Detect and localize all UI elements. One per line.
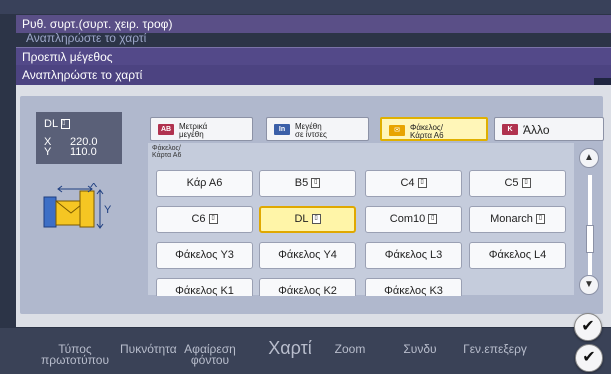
bottom-item-general[interactable]: Γεν.επεξεργ [455,343,535,355]
tab-label: Μεγέθη σε ίντσες [295,122,327,139]
inch-icon: In [274,124,290,135]
metric-icon: AB [158,124,174,135]
tab-metric-sizes[interactable]: AB Μετρικά μεγέθη [150,117,253,141]
orientation-icon: ▯ [208,214,218,225]
tab-label: Άλλο [523,123,550,137]
bottom-item-zoom[interactable]: Zoom [330,343,370,355]
bottom-item-background-removal[interactable]: Αφαίρεση φόντου [180,343,240,366]
y-label: Y [44,146,52,158]
size-button-grid: Κάρ Α6 B5 ▯ C4 ▯ C5 ▯ C6 ▯ DL ▯ Com10 ▯ Monarc… [148,166,574,296]
ok-check-icon[interactable]: ✔ [574,313,602,341]
ghost-title: Αναπληρώστε το χαρτί [26,31,147,45]
size-button-envelope-l3[interactable]: Φάκελος L3 [365,242,462,269]
size-button-envelope-k3[interactable]: Φάκελος K3 [365,278,462,296]
svg-text:X: X [90,183,98,190]
envelope-icon: ✉ [389,125,405,136]
size-button-c4[interactable]: C4 ▯ [365,170,462,197]
scroll-up-button[interactable]: ▲ [579,148,599,168]
dialog-title-replenish-paper: Αναπληρώστε το χαρτί [16,65,611,85]
size-button-c6[interactable]: C6 ▯ [156,206,253,233]
top-bar [0,0,611,14]
size-button-card-a6[interactable]: Κάρ Α6 [156,170,253,197]
size-button-envelope-l4[interactable]: Φάκελος L4 [469,242,566,269]
scrollbar-thumb[interactable] [586,225,594,253]
size-button-c5[interactable]: C5 ▯ [469,170,566,197]
tab-inch-sizes[interactable]: In Μεγέθη σε ίντσες [266,117,369,141]
orientation-icon: ▯ [311,178,321,189]
orientation-icon: ▯ [311,214,321,225]
orientation-icon: ▯ [417,178,427,189]
size-button-monarch[interactable]: Monarch ▯ [469,206,566,233]
size-button-envelope-y3[interactable]: Φάκελος Y3 [156,242,253,269]
bottom-item-original-type[interactable]: Τύπος πρωτοτύπου [40,343,110,366]
bottom-item-density[interactable]: Πυκνότητα [120,343,177,355]
size-button-envelope-y4[interactable]: Φάκελος Y4 [259,242,356,269]
current-size-label: DL ▯ [44,118,71,130]
orientation-icon: ▯ [521,178,531,189]
size-button-b5[interactable]: B5 ▯ [259,170,356,197]
tab-label: Φάκελος/Κάρτα Α6 [410,123,444,140]
size-button-envelope-k2[interactable]: Φάκελος K2 [259,278,356,296]
bottom-item-combine[interactable]: Συνδυ [395,343,445,355]
other-icon: K [502,124,518,135]
current-size-box: DL ▯ X 220.0 Y 110.0 [36,112,122,164]
svg-text:Y: Y [104,204,112,216]
size-button-envelope-k1[interactable]: Φάκελος K1 [156,278,253,296]
y-value: 110.0 [70,146,97,158]
orientation-icon: ▯ [428,214,438,225]
orientation-icon: ▯ [535,214,545,225]
ok-check-icon-lower[interactable]: ✔ [575,344,603,372]
orientation-icon: ▯ [61,119,71,130]
envelope-feed-diagram-icon: Y X [43,183,112,229]
size-button-dl[interactable]: DL ▯ [259,206,356,233]
dialog-title-preset-size: Προεπιλ μέγεθος [16,47,611,65]
tab-other[interactable]: K Άλλο [494,117,604,141]
category-label: Φάκελος/Κάρτα Α6 [152,145,182,159]
tab-label: Μετρικά μεγέθη [179,122,208,139]
scroll-down-button[interactable]: ▼ [579,275,599,295]
tab-envelope-card[interactable]: ✉ Φάκελος/Κάρτα Α6 [380,117,488,141]
size-button-com10[interactable]: Com10 ▯ [365,206,462,233]
bottom-item-paper[interactable]: Χαρτί [250,339,330,357]
